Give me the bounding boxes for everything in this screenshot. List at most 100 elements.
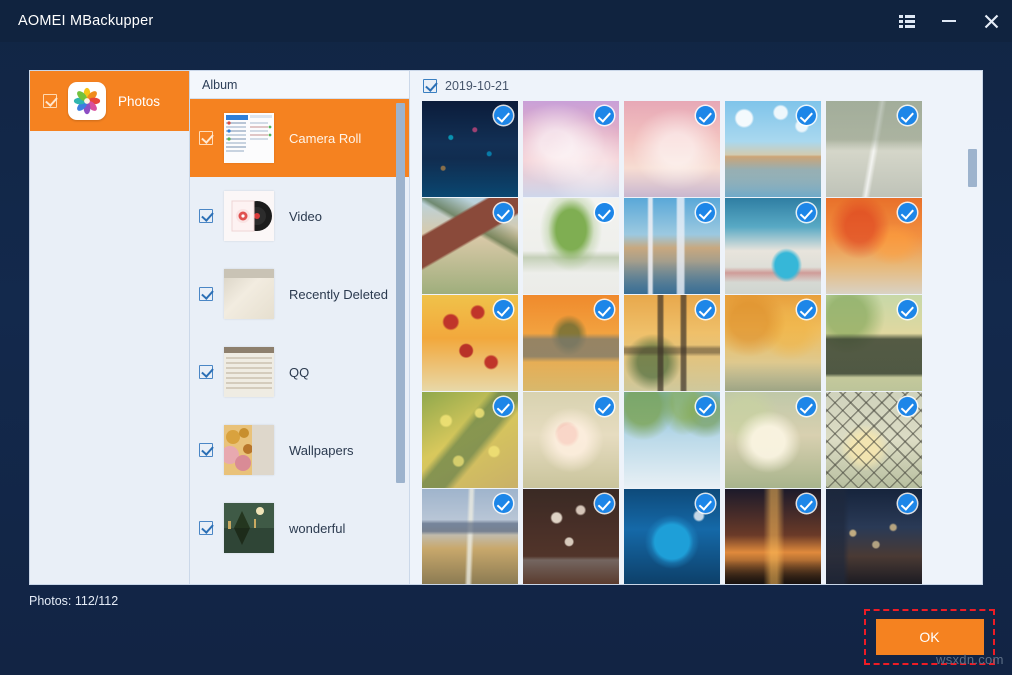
photo-thumbnail[interactable] <box>826 295 922 391</box>
photo-selected-check-icon[interactable] <box>494 397 513 416</box>
pinwheel-svg <box>72 86 102 116</box>
photo-selected-check-icon[interactable] <box>696 397 715 416</box>
album-item-wonderful[interactable]: wonderful <box>190 489 409 567</box>
lined-paper-thumb-svg <box>224 347 274 397</box>
photo-thumbnail[interactable] <box>422 101 518 197</box>
album-item-label: Wallpapers <box>289 443 354 458</box>
ok-button[interactable]: OK <box>876 619 984 655</box>
photo-selected-check-icon[interactable] <box>898 203 917 222</box>
photo-thumbnail[interactable] <box>725 392 821 488</box>
photo-thumbnail[interactable] <box>826 101 922 197</box>
photo-thumbnail[interactable] <box>725 295 821 391</box>
photo-thumbnail[interactable] <box>725 101 821 197</box>
album-checkbox[interactable] <box>199 443 213 457</box>
album-checkbox[interactable] <box>199 209 213 223</box>
date-group-header: 2019-10-21 <box>410 71 982 101</box>
landscape-thumb-svg <box>224 503 274 553</box>
photo-thumbnail[interactable] <box>523 489 619 584</box>
album-checkbox[interactable] <box>199 521 213 535</box>
photo-selected-check-icon[interactable] <box>797 106 816 125</box>
photo-thumbnail[interactable] <box>523 101 619 197</box>
photo-selected-check-icon[interactable] <box>696 106 715 125</box>
sidebar-item-label: Photos <box>118 94 160 109</box>
photo-thumbnail[interactable] <box>826 392 922 488</box>
date-group-label: 2019-10-21 <box>445 79 509 93</box>
close-icon <box>984 14 999 29</box>
album-item-label: QQ <box>289 365 309 380</box>
album-checkbox[interactable] <box>199 365 213 379</box>
album-thumbnail <box>224 503 274 553</box>
photo-selected-check-icon[interactable] <box>494 494 513 513</box>
photo-selected-check-icon[interactable] <box>595 203 614 222</box>
application-window: AOMEI MBackupper <box>0 0 1012 675</box>
source-panel: Photos <box>30 71 190 584</box>
photo-thumbnail[interactable] <box>725 489 821 584</box>
photo-thumbnail[interactable] <box>422 295 518 391</box>
album-checkbox[interactable] <box>199 131 213 145</box>
photo-selected-check-icon[interactable] <box>696 203 715 222</box>
photo-thumbnail[interactable] <box>523 198 619 294</box>
photo-selected-check-icon[interactable] <box>595 106 614 125</box>
photo-selected-check-icon[interactable] <box>595 397 614 416</box>
app-title: AOMEI MBackupper <box>18 13 153 29</box>
photo-thumbnail[interactable] <box>422 392 518 488</box>
sidebar-item-photos[interactable]: Photos <box>30 71 189 131</box>
photo-thumbnail[interactable] <box>725 198 821 294</box>
photo-scrollbar-thumb[interactable] <box>968 149 977 187</box>
photo-selected-check-icon[interactable] <box>898 494 917 513</box>
album-header: Album <box>190 71 409 99</box>
paper-thumb-svg <box>224 269 274 319</box>
photo-selected-check-icon[interactable] <box>494 203 513 222</box>
album-thumbnail <box>224 425 274 475</box>
album-thumbnail <box>224 347 274 397</box>
photo-thumbnail[interactable] <box>523 295 619 391</box>
photo-thumbnail[interactable] <box>624 392 720 488</box>
photo-selected-check-icon[interactable] <box>595 494 614 513</box>
album-checkbox[interactable] <box>199 287 213 301</box>
photo-thumbnail[interactable] <box>624 198 720 294</box>
album-item-wallpapers[interactable]: Wallpapers <box>190 411 409 489</box>
floral-thumb-svg <box>224 425 274 475</box>
window-controls <box>886 0 1012 42</box>
photo-selected-check-icon[interactable] <box>595 300 614 319</box>
photo-thumbnail[interactable] <box>826 198 922 294</box>
album-item-qq[interactable]: QQ <box>190 333 409 411</box>
photo-selected-check-icon[interactable] <box>797 494 816 513</box>
photo-panel: 2019-10-21 <box>410 71 982 584</box>
photos-checkbox[interactable] <box>43 94 57 108</box>
photo-count-label: Photos: 112/112 <box>29 594 118 608</box>
photo-selected-check-icon[interactable] <box>898 300 917 319</box>
album-scrollbar-thumb[interactable] <box>396 103 405 483</box>
album-thumbnail <box>224 113 274 163</box>
screenshot-thumb-svg <box>224 113 274 163</box>
photo-thumbnail[interactable] <box>624 489 720 584</box>
photo-thumbnail[interactable] <box>624 101 720 197</box>
photo-selected-check-icon[interactable] <box>696 300 715 319</box>
album-item-label: Video <box>289 209 322 224</box>
close-button[interactable] <box>970 0 1012 42</box>
date-group-checkbox[interactable] <box>423 79 437 93</box>
photo-selected-check-icon[interactable] <box>696 494 715 513</box>
photo-thumbnail[interactable] <box>422 489 518 584</box>
content-frame: Photos Album <box>29 70 983 585</box>
photo-selected-check-icon[interactable] <box>494 300 513 319</box>
photo-selected-check-icon[interactable] <box>797 397 816 416</box>
photo-thumbnail[interactable] <box>624 295 720 391</box>
photo-thumbnail[interactable] <box>826 489 922 584</box>
photo-selected-check-icon[interactable] <box>898 397 917 416</box>
photo-selected-check-icon[interactable] <box>797 300 816 319</box>
ok-highlight-box: OK <box>864 609 995 665</box>
photo-grid <box>410 101 982 584</box>
album-item-camera-roll[interactable]: Camera Roll <box>190 99 409 177</box>
photo-thumbnail[interactable] <box>523 392 619 488</box>
photo-selected-check-icon[interactable] <box>797 203 816 222</box>
photo-thumbnail[interactable] <box>422 198 518 294</box>
photo-selected-check-icon[interactable] <box>494 106 513 125</box>
album-item-label: Recently Deleted <box>289 287 388 302</box>
album-item-recently-deleted[interactable]: Recently Deleted <box>190 255 409 333</box>
minimize-icon <box>942 20 956 22</box>
minimize-button[interactable] <box>928 0 970 42</box>
menu-list-icon[interactable] <box>886 0 928 42</box>
photo-selected-check-icon[interactable] <box>898 106 917 125</box>
album-item-video[interactable]: Video <box>190 177 409 255</box>
